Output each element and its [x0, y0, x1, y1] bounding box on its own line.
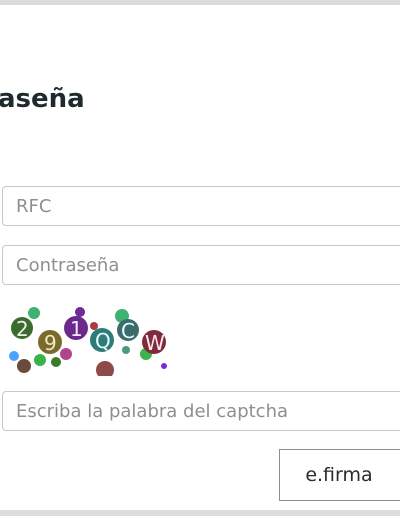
captcha-char-5: C — [121, 319, 135, 343]
captcha-image: 2 9 1 Q C W — [9, 307, 167, 376]
captcha-char-4: Q — [95, 329, 111, 353]
efirma-button[interactable]: e.firma — [279, 449, 400, 501]
captcha-char-3: 1 — [70, 317, 83, 341]
captcha-char-6: W — [145, 331, 165, 355]
rfc-input[interactable] — [2, 186, 400, 226]
captcha-input[interactable] — [2, 391, 400, 431]
captcha-char-2: 9 — [44, 331, 57, 355]
top-border — [0, 0, 400, 5]
captcha-char-1: 2 — [16, 317, 29, 341]
password-input[interactable] — [2, 245, 400, 285]
page-title: aseña — [0, 84, 85, 114]
bottom-border — [0, 510, 400, 516]
